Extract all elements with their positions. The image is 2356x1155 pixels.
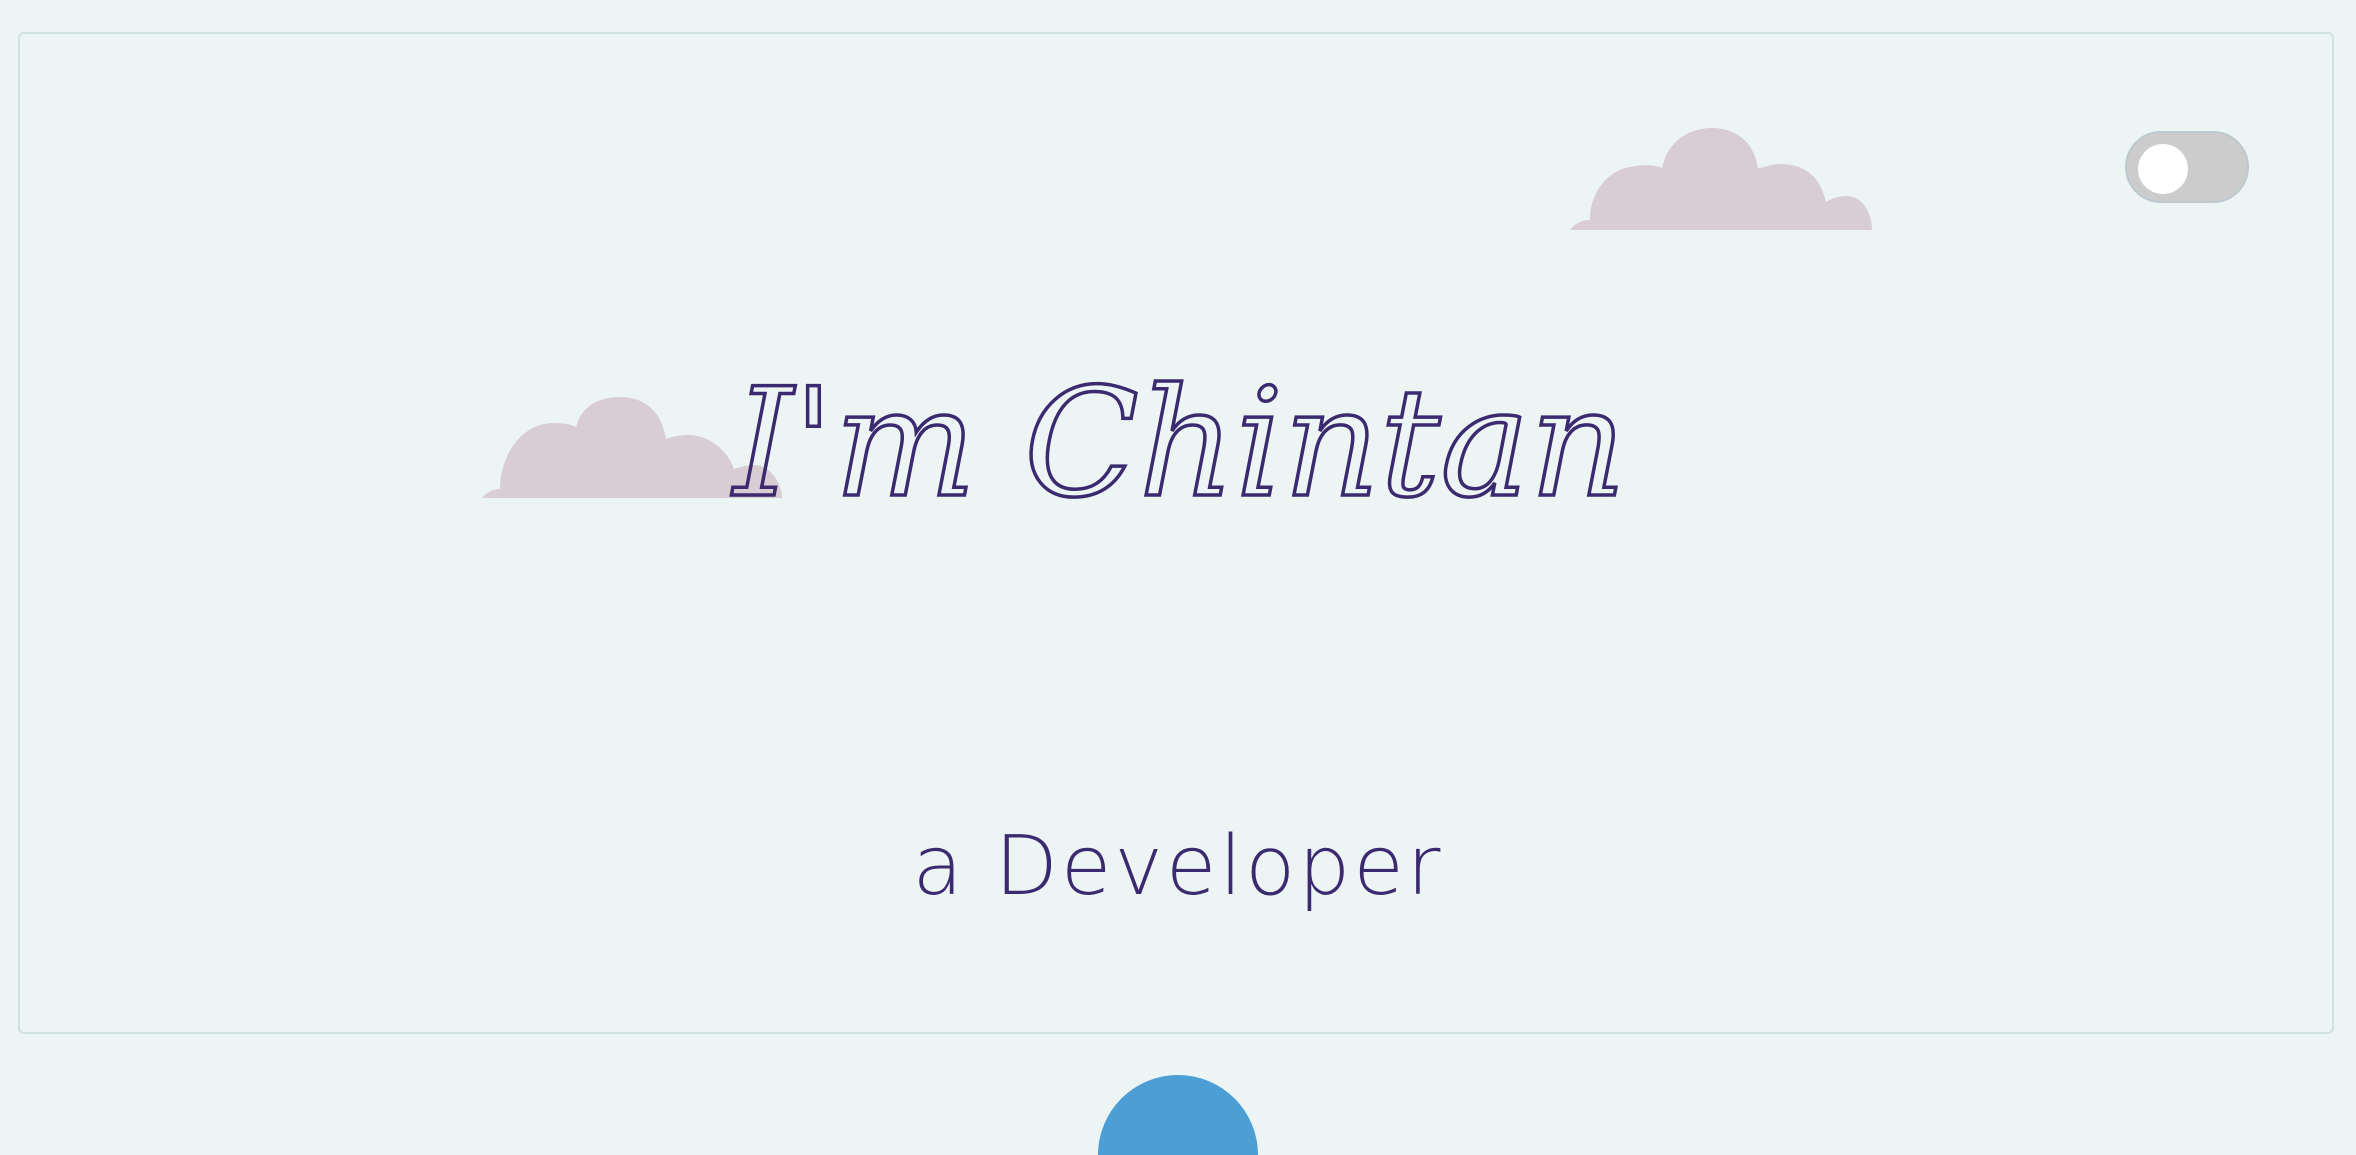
theme-toggle[interactable] [2125, 131, 2249, 203]
hero-greeting-text: I'm Chintan [731, 357, 1627, 531]
cloud-icon [1570, 128, 1872, 230]
hero-greeting: I'm Chintan [729, 355, 1628, 533]
toggle-knob [2138, 144, 2188, 194]
hero-subtitle: a Developer [912, 819, 1444, 914]
scroll-indicator [1098, 1075, 1258, 1155]
